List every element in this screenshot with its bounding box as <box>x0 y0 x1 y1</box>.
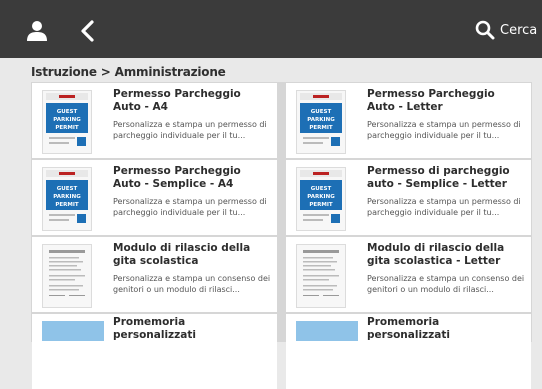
card-description: Personalizza e stampa un permesso di par… <box>113 120 267 140</box>
card-title: Permesso Parcheggio Auto - Letter <box>367 88 495 113</box>
card-title: Permesso di parcheggio auto - Semplice -… <box>367 165 510 190</box>
parking-permit-thumbnail: GUEST PARKING PERMIT <box>42 90 92 154</box>
breadcrumb: Istruzione > Amministrazione <box>31 65 226 79</box>
card-description: Personalizza e stampa un consenso dei ge… <box>113 274 271 294</box>
card-description: Personalizza e stampa un consenso dei ge… <box>367 274 525 294</box>
svg-text:PERMIT: PERMIT <box>309 202 333 208</box>
parking-permit-thumbnail: GUEST PARKING PERMIT <box>296 167 346 231</box>
form-document-thumbnail <box>296 244 346 308</box>
card-title: Promemoria personalizzati <box>113 316 196 341</box>
svg-text:GUEST: GUEST <box>57 186 78 192</box>
svg-text:PARKING: PARKING <box>53 117 81 123</box>
top-bar: Cerca <box>0 0 542 58</box>
svg-text:PARKING: PARKING <box>307 194 335 200</box>
card-title: Modulo di rilascio della gita scolastica… <box>367 242 505 267</box>
svg-text:PERMIT: PERMIT <box>309 125 333 131</box>
svg-text:PARKING: PARKING <box>307 117 335 123</box>
svg-text:PERMIT: PERMIT <box>55 125 79 131</box>
search-label: Cerca <box>500 22 538 38</box>
card-description: Personalizza e stampa un permesso di par… <box>113 197 267 217</box>
reminder-thumbnail <box>42 321 104 341</box>
template-card[interactable]: GUEST PARKING PERMIT Permesso Parcheggio… <box>32 160 277 235</box>
template-card[interactable]: GUEST PARKING PERMIT Permesso di parcheg… <box>286 160 531 235</box>
template-card[interactable]: Promemoria personalizzati <box>32 314 277 389</box>
search-button[interactable]: Cerca <box>475 17 537 43</box>
template-card[interactable]: GUEST PARKING PERMIT Permesso Parcheggio… <box>32 83 277 158</box>
template-card[interactable]: Promemoria personalizzati <box>286 314 531 389</box>
back-arrow-icon[interactable] <box>76 19 100 43</box>
svg-text:GUEST: GUEST <box>57 109 78 115</box>
card-description: Personalizza e stampa un permesso di par… <box>367 120 521 140</box>
template-grid: GUEST PARKING PERMIT Permesso Parcheggio… <box>31 82 532 389</box>
search-icon <box>475 20 495 40</box>
reminder-thumbnail <box>296 321 358 341</box>
form-document-thumbnail <box>42 244 92 308</box>
card-title: Permesso Parcheggio Auto - A4 <box>113 88 241 113</box>
card-title: Promemoria personalizzati <box>367 316 450 341</box>
svg-text:PERMIT: PERMIT <box>55 202 79 208</box>
svg-text:PARKING: PARKING <box>53 194 81 200</box>
card-title: Permesso Parcheggio Auto - Semplice - A4 <box>113 165 241 190</box>
svg-text:GUEST: GUEST <box>311 186 332 192</box>
parking-permit-thumbnail: GUEST PARKING PERMIT <box>296 90 346 154</box>
template-card[interactable]: Modulo di rilascio della gita scolastica… <box>286 237 531 312</box>
parking-permit-thumbnail: GUEST PARKING PERMIT <box>42 167 92 231</box>
user-icon[interactable] <box>26 20 48 42</box>
template-card[interactable]: Modulo di rilascio della gita scolastica… <box>32 237 277 312</box>
card-title: Modulo di rilascio della gita scolastica <box>113 242 251 267</box>
svg-text:GUEST: GUEST <box>311 109 332 115</box>
card-description: Personalizza e stampa un permesso di par… <box>367 197 521 217</box>
template-card[interactable]: GUEST PARKING PERMIT Permesso Parcheggio… <box>286 83 531 158</box>
